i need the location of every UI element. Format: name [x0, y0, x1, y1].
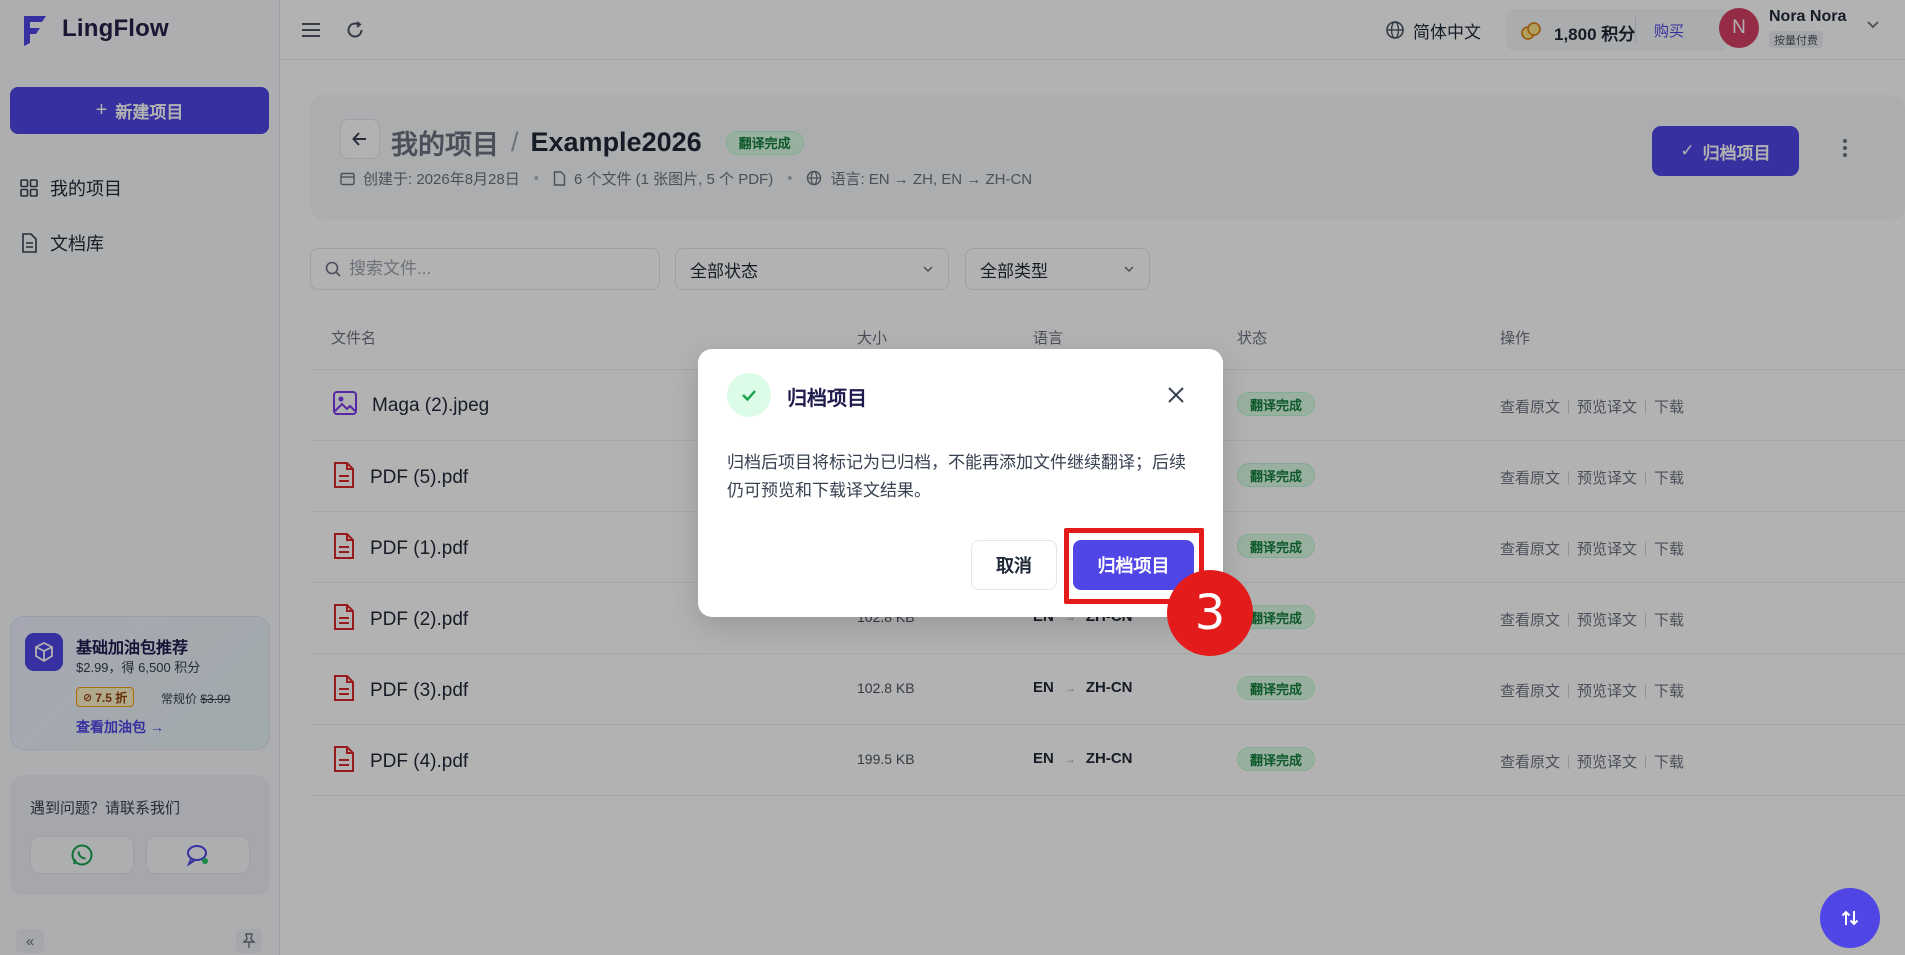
close-icon[interactable] — [1166, 385, 1186, 405]
step-badge: 3 — [1167, 570, 1253, 656]
scroll-toggle-button[interactable] — [1820, 888, 1880, 948]
dialog-title: 归档项目 — [787, 388, 867, 410]
cancel-button[interactable]: 取消 — [971, 540, 1057, 590]
swap-vertical-icon — [1841, 910, 1859, 926]
success-icon — [727, 373, 771, 417]
dialog-message: 归档后项目将标记为已归档，不能再添加文件继续翻译；后续仍可预览和下载译文结果。 — [727, 453, 1186, 500]
